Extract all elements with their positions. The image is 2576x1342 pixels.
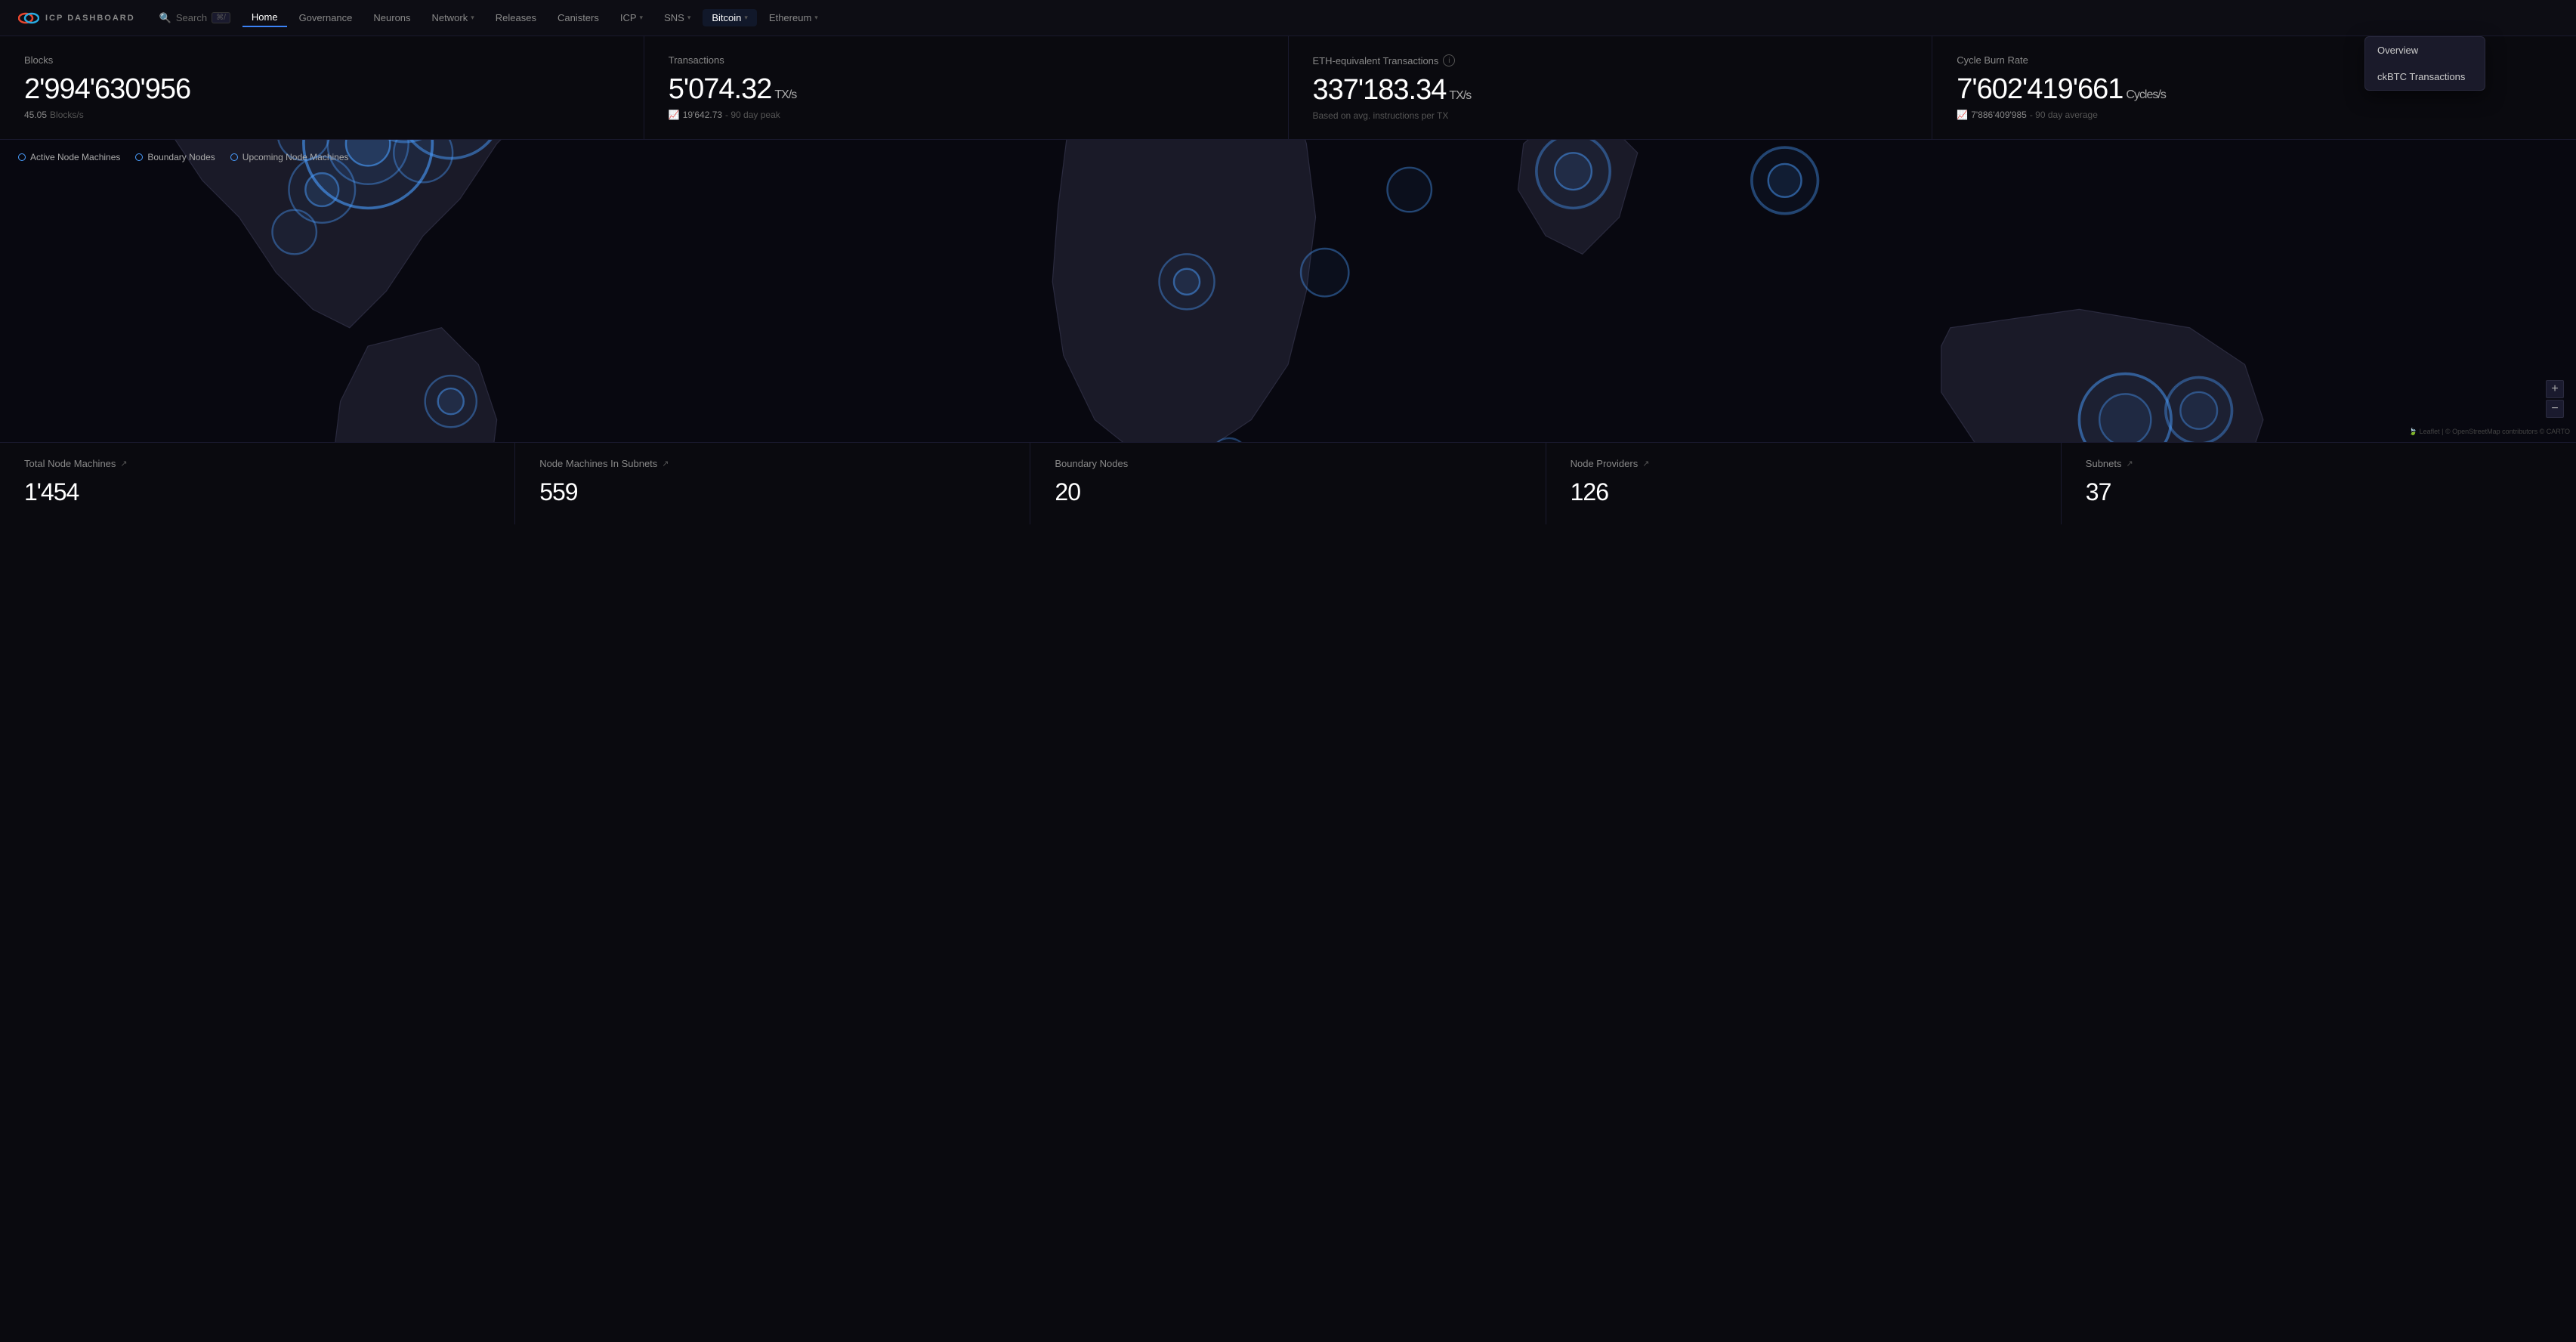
bottom-stat-total-nodes-label: Total Node Machines ↗ (24, 458, 490, 469)
stat-tx-value: 5'074.32TX/s (669, 75, 1264, 104)
nav-item-governance[interactable]: Governance (290, 9, 362, 26)
nav-item-home[interactable]: Home (242, 8, 287, 27)
nav-item-ethereum[interactable]: Ethereum ▾ (760, 9, 827, 26)
bitcoin-dropdown-arrow: ▾ (744, 14, 748, 22)
stat-blocks-value: 2'994'630'956 (24, 75, 619, 104)
bottom-stat-nodes-subnets-label: Node Machines In Subnets ↗ (539, 458, 1005, 469)
map-container[interactable]: 8 (0, 140, 2576, 442)
logo[interactable]: ICP DASHBOARD (18, 11, 135, 26)
legend-dot-active (18, 153, 26, 161)
trend-icon-cycle: 📈 (1957, 110, 1968, 120)
legend-dot-boundary (135, 153, 143, 161)
legend-dot-upcoming (230, 153, 238, 161)
stats-grid: Blocks 2'994'630'956 45.05 Blocks/s Tran… (0, 36, 2576, 140)
stat-cycle-sub: 📈 7'886'409'985 - 90 day average (1957, 110, 2552, 120)
nav-item-releases[interactable]: Releases (486, 9, 545, 26)
navbar: ICP DASHBOARD 🔍 Search ⌘/ Home Governanc… (0, 0, 2576, 36)
stat-transactions: Transactions 5'074.32TX/s 📈 19'642.73 - … (644, 36, 1288, 139)
external-link-icon-nodes-subnets[interactable]: ↗ (662, 459, 669, 468)
stat-eth-sub: Based on avg. instructions per TX (1313, 110, 1908, 121)
bottom-stat-boundary-nodes-label: Boundary Nodes (1055, 458, 1521, 469)
search-button[interactable]: 🔍 Search ⌘/ (159, 12, 230, 24)
bottom-stat-subnets-value: 37 (2086, 478, 2552, 506)
bitcoin-dropdown-menu: Overview ckBTC Transactions (2364, 36, 2485, 91)
bottom-stat-node-providers: Node Providers ↗ 126 (1546, 443, 2061, 524)
nav-item-neurons[interactable]: Neurons (364, 9, 419, 26)
logo-text: ICP DASHBOARD (45, 14, 135, 23)
ethereum-dropdown-arrow: ▾ (814, 14, 818, 22)
nav-item-network[interactable]: Network ▾ (423, 9, 483, 26)
nav-item-bitcoin[interactable]: Bitcoin ▾ (703, 9, 757, 26)
stat-eth-value: 337'183.34TX/s (1313, 76, 1908, 104)
map-legend: Active Node Machines Boundary Nodes Upco… (18, 152, 349, 162)
nav-item-canisters[interactable]: Canisters (548, 9, 608, 26)
sns-dropdown-arrow: ▾ (687, 14, 691, 22)
external-link-icon-subnets[interactable]: ↗ (2127, 459, 2133, 468)
external-link-icon-node-providers[interactable]: ↗ (1642, 459, 1649, 468)
legend-boundary-nodes: Boundary Nodes (135, 152, 215, 162)
map-attribution: 🍃 Leaflet | © OpenStreetMap contributors… (2409, 428, 2570, 436)
map-section: Active Node Machines Boundary Nodes Upco… (0, 140, 2576, 443)
legend-active-nodes: Active Node Machines (18, 152, 120, 162)
stat-tx-label: Transactions (669, 54, 1264, 66)
stat-blocks: Blocks 2'994'630'956 45.05 Blocks/s (0, 36, 644, 139)
trend-icon-tx: 📈 (669, 110, 680, 120)
bottom-stat-node-providers-value: 126 (1571, 478, 2037, 506)
stat-eth-label: ETH-equivalent Transactions i (1313, 54, 1908, 66)
bottom-stat-total-nodes-value: 1'454 (24, 478, 490, 506)
bottom-stat-subnets: Subnets ↗ 37 (2062, 443, 2576, 524)
map-controls: + − (2546, 380, 2564, 418)
bottom-stats: Total Node Machines ↗ 1'454 Node Machine… (0, 443, 2576, 524)
search-shortcut: ⌘/ (212, 12, 230, 23)
bottom-stat-nodes-subnets: Node Machines In Subnets ↗ 559 (515, 443, 1030, 524)
stat-blocks-label: Blocks (24, 54, 619, 66)
dropdown-item-overview[interactable]: Overview (2365, 37, 2485, 63)
bottom-stat-node-providers-label: Node Providers ↗ (1571, 458, 2037, 469)
bottom-stat-boundary-nodes-value: 20 (1055, 478, 1521, 506)
dropdown-item-ckbtc[interactable]: ckBTC Transactions (2365, 63, 2485, 90)
stat-eth-tx: ETH-equivalent Transactions i 337'183.34… (1289, 36, 1932, 139)
bottom-stat-boundary-nodes: Boundary Nodes 20 (1030, 443, 1545, 524)
zoom-out-button[interactable]: − (2546, 400, 2564, 418)
search-icon: 🔍 (159, 12, 171, 24)
icp-dropdown-arrow: ▾ (640, 14, 644, 22)
eth-info-icon[interactable]: i (1443, 54, 1455, 66)
zoom-in-button[interactable]: + (2546, 380, 2564, 398)
network-dropdown-arrow: ▾ (471, 14, 474, 22)
nav-item-icp[interactable]: ICP ▾ (611, 9, 652, 26)
bottom-stat-nodes-subnets-value: 559 (539, 478, 1005, 506)
stat-tx-sub: 📈 19'642.73 - 90 day peak (669, 110, 1264, 120)
legend-upcoming-nodes: Upcoming Node Machines (230, 152, 349, 162)
bottom-stat-subnets-label: Subnets ↗ (2086, 458, 2552, 469)
stat-blocks-sub: 45.05 Blocks/s (24, 110, 619, 120)
nav-item-sns[interactable]: SNS ▾ (655, 9, 700, 26)
external-link-icon-total-nodes[interactable]: ↗ (120, 459, 127, 468)
nav-items: Home Governance Neurons Network ▾ Releas… (242, 8, 2558, 27)
bottom-stat-total-nodes: Total Node Machines ↗ 1'454 (0, 443, 514, 524)
